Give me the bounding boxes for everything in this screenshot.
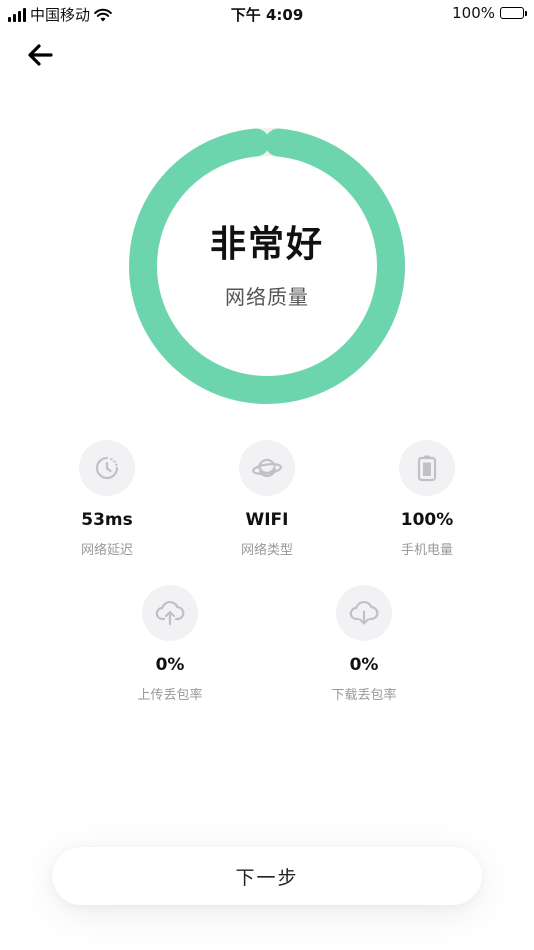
- battery-percent: 100%: [452, 4, 495, 22]
- network-quality-ring: 非常好 网络质量: [126, 125, 408, 407]
- next-step-button[interactable]: 下一步: [52, 847, 482, 905]
- ring-center-text: 非常好 网络质量: [126, 125, 408, 407]
- next-button-container: 下一步: [52, 847, 482, 905]
- clock-icon: [95, 456, 119, 480]
- status-right: 100%: [452, 4, 527, 22]
- arrow-left-icon: [28, 44, 53, 66]
- status-bar: 中国移动 下午 4:09 100%: [0, 0, 534, 28]
- battery-icon: [417, 455, 437, 482]
- battery-status-icon: [500, 7, 527, 19]
- stat-download-loss: 0% 下载丢包率: [294, 585, 434, 703]
- phone-battery-label: 手机电量: [400, 543, 453, 558]
- upload-loss-label: 上传丢包率: [137, 688, 203, 703]
- upload-loss-value: 0%: [155, 655, 185, 675]
- latency-value: 53ms: [81, 510, 133, 530]
- network-type-value: WIFI: [245, 510, 289, 530]
- network-type-label: 网络类型: [240, 543, 293, 558]
- quality-subtitle: 网络质量: [225, 284, 309, 309]
- download-loss-label: 下载丢包率: [331, 688, 397, 703]
- stat-icon-bg: [239, 440, 295, 496]
- download-loss-value: 0%: [349, 655, 379, 675]
- back-button[interactable]: [22, 38, 58, 72]
- stat-latency: 53ms 网络延迟: [37, 440, 177, 558]
- latency-label: 网络延迟: [80, 543, 133, 558]
- cloud-upload-icon: [155, 600, 185, 626]
- stat-icon-bg: [336, 585, 392, 641]
- phone-battery-value: 100%: [400, 510, 454, 530]
- stat-icon-bg: [142, 585, 198, 641]
- stat-upload-loss: 0% 上传丢包率: [100, 585, 240, 703]
- stat-phone-battery: 100% 手机电量: [357, 440, 497, 558]
- planet-icon: [252, 458, 282, 478]
- stat-icon-bg: [79, 440, 135, 496]
- quality-title: 非常好: [209, 223, 324, 265]
- cloud-download-icon: [349, 600, 379, 625]
- stat-icon-bg: [399, 440, 455, 496]
- stat-network-type: WIFI 网络类型: [197, 440, 337, 558]
